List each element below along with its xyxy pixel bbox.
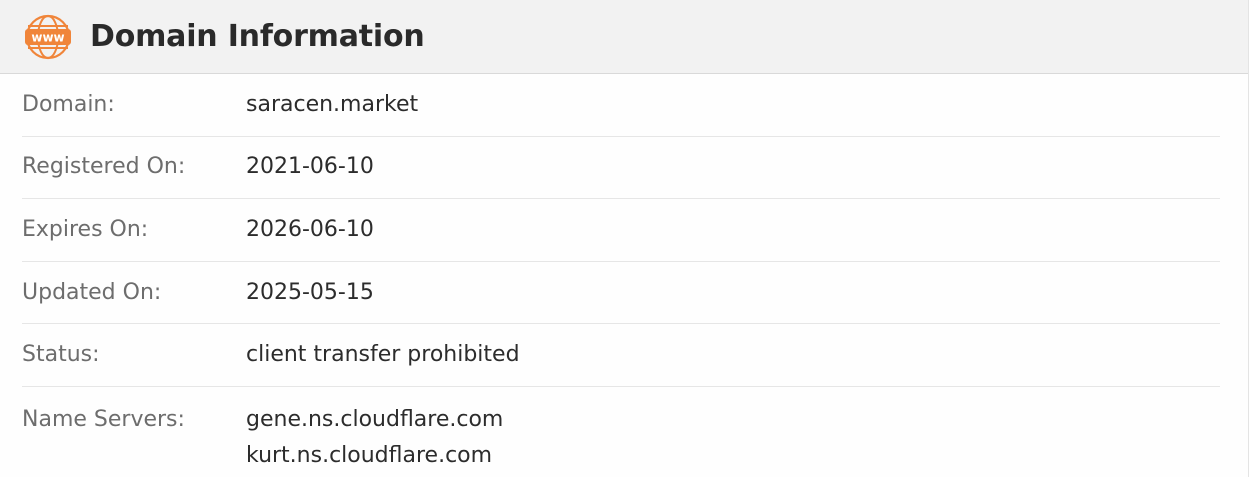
domain-value: saracen.market	[246, 91, 419, 117]
status-label: Status:	[22, 342, 100, 368]
updated-on-label: Updated On:	[22, 279, 162, 305]
page-title: Domain Information	[90, 19, 425, 54]
domain-label: Domain:	[22, 91, 115, 117]
info-row-domain: Domain: saracen.market	[22, 74, 1220, 137]
info-row-registered-on: Registered On: 2021-06-10	[22, 137, 1220, 200]
name-servers-label: Name Servers:	[22, 406, 185, 432]
info-row-name-servers: Name Servers: gene.ns.cloudflare.com kur…	[22, 387, 1220, 474]
info-row-updated-on: Updated On: 2025-05-15	[22, 262, 1220, 325]
panel-header: www Domain Information	[0, 0, 1248, 74]
www-globe-icon: www	[24, 13, 72, 61]
name-server-item: gene.ns.cloudflare.com	[246, 406, 504, 432]
domain-info-table: Domain: saracen.market Registered On: 20…	[22, 74, 1220, 474]
registered-on-label: Registered On:	[22, 154, 186, 180]
info-row-expires-on: Expires On: 2026-06-10	[22, 199, 1220, 262]
registered-on-value: 2021-06-10	[246, 154, 374, 180]
updated-on-value: 2025-05-15	[246, 279, 374, 305]
name-servers-list: gene.ns.cloudflare.com kurt.ns.cloudflar…	[246, 402, 503, 474]
www-icon-text: www	[31, 30, 64, 44]
status-value: client transfer prohibited	[246, 342, 520, 368]
info-row-status: Status: client transfer prohibited	[22, 324, 1220, 387]
expires-on-label: Expires On:	[22, 216, 149, 242]
expires-on-value: 2026-06-10	[246, 216, 374, 242]
name-server-item: kurt.ns.cloudflare.com	[246, 442, 493, 468]
domain-information-panel: www Domain Information Domain: saracen.m…	[0, 0, 1249, 477]
